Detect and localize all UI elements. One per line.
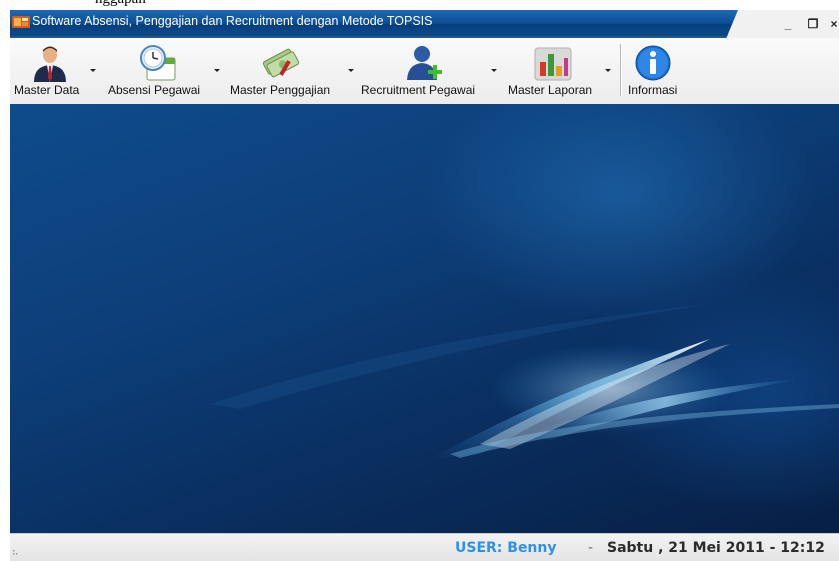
dropdown-arrow-icon[interactable] (605, 69, 611, 72)
restore-button[interactable]: ❐ (805, 16, 821, 32)
dropdown-arrow-icon[interactable] (90, 69, 96, 72)
status-bar: USER: Benny - Sabtu , 21 Mei 2011 - 12:1… (10, 533, 839, 561)
light-streak-decoration (210, 304, 839, 459)
status-separator: - (588, 540, 594, 556)
toolbar-separator (620, 44, 622, 96)
dropdown-arrow-icon[interactable] (214, 69, 220, 72)
add-user-icon (407, 46, 442, 80)
dropdown-arrow-icon[interactable] (491, 69, 497, 72)
toolbar-master-penggajian[interactable]: Master Penggajian (230, 42, 354, 102)
title-bar[interactable]: Software Absensi, Penggajian dan Recruit… (10, 10, 839, 38)
toolbar-absensi-pegawai[interactable]: Absensi Pegawai (108, 42, 220, 102)
toolbar-master-data[interactable]: Master Data (14, 42, 98, 102)
status-user: USER: Benny (455, 540, 557, 556)
info-icon (635, 45, 671, 81)
toolbar-master-penggajian-label: Master Penggajian (230, 83, 331, 97)
toolbar-recruitment-pegawai-label: Recruitment Pegawai (361, 83, 476, 97)
toolbar-informasi[interactable]: Informasi (628, 42, 690, 102)
main-toolbar: Master Data Absensi Pegawai Master Pengg… (10, 38, 839, 104)
background-window-fragment: nggapan (0, 0, 839, 10)
app-icon[interactable] (12, 15, 30, 29)
minimize-button[interactable]: _ (780, 16, 796, 32)
dropdown-arrow-icon[interactable] (348, 69, 354, 72)
person-suit-icon (34, 46, 66, 82)
toolbar-master-laporan-label: Master Laporan (508, 83, 593, 97)
app-window: Software Absensi, Penggajian dan Recruit… (10, 10, 839, 561)
toolbar-master-laporan[interactable]: Master Laporan (508, 42, 612, 102)
toolbar-informasi-label: Informasi (628, 83, 678, 97)
close-button[interactable]: × (826, 16, 839, 32)
toolbar-absensi-pegawai-label: Absensi Pegawai (108, 83, 201, 97)
money-icon (262, 48, 300, 78)
desktop-background (10, 104, 839, 533)
bar-chart-icon (534, 47, 572, 81)
window-title: Software Absensi, Penggajian dan Recruit… (32, 14, 433, 28)
clock-calendar-icon (140, 45, 176, 81)
resize-grip-icon[interactable] (13, 550, 19, 556)
toolbar-master-data-label: Master Data (14, 83, 80, 97)
toolbar-recruitment-pegawai[interactable]: Recruitment Pegawai (361, 42, 503, 102)
status-datetime: Sabtu , 21 Mei 2011 - 12:12 (607, 540, 825, 556)
